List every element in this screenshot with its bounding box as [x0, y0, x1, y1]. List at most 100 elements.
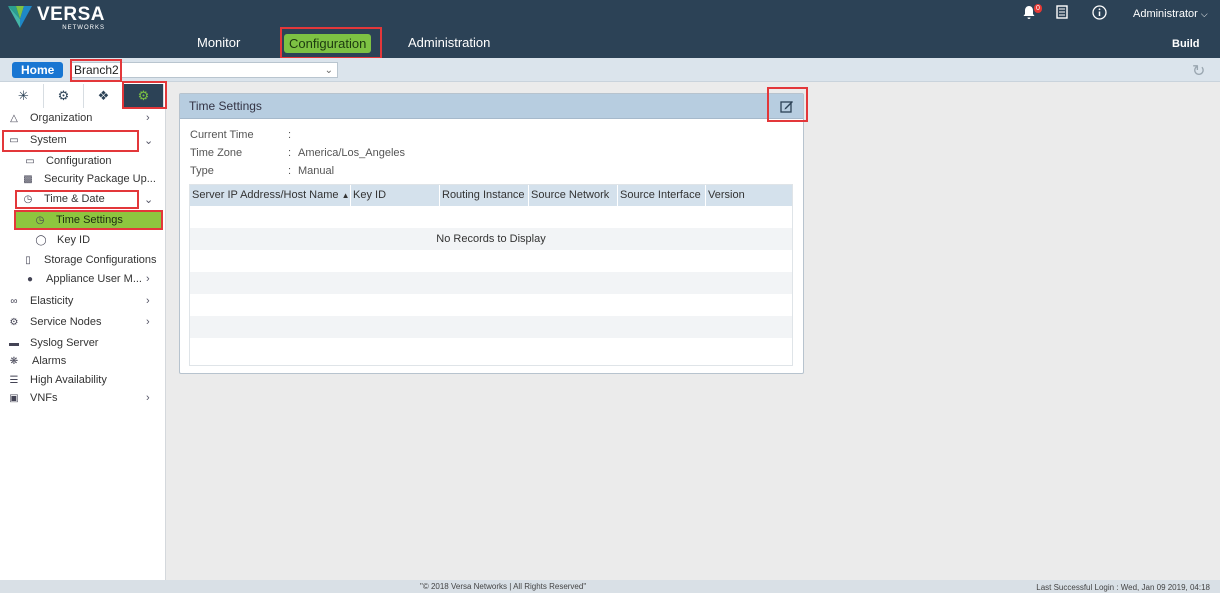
field-label: Type [190, 165, 214, 177]
sidebar-item-alarms[interactable]: ❋ Alarms [6, 352, 66, 370]
nav-monitor[interactable]: Monitor [197, 35, 240, 50]
sidebar-item-vnfs[interactable]: ▣ VNFs › [6, 389, 156, 407]
sidebar-item-storage[interactable]: ▯ Storage Configurations [20, 251, 157, 269]
sidebar-item-label: Syslog Server [30, 337, 99, 349]
highlight-system [2, 130, 139, 152]
highlight-time-date [15, 190, 139, 209]
chevron-right-icon: › [146, 392, 150, 404]
vnf-icon: ▣ [9, 392, 19, 404]
tab-settings[interactable]: ⚙ [44, 84, 84, 108]
field-value: Manual [298, 165, 335, 177]
user-menu[interactable]: Administrator ⌵ [1133, 8, 1208, 20]
empty-table-message: No Records to Display [436, 233, 546, 245]
sidebar: ✳ ⚙ ❖ ⚙ △ Organization › ▭ System ⌄ ▭ Co… [0, 82, 166, 582]
sidebar-item-syslog[interactable]: ▬ Syslog Server [6, 334, 98, 352]
column-header-server[interactable]: Server IP Address/Host Name ▲ [190, 185, 351, 206]
notification-count-badge: 0 [1034, 4, 1042, 13]
time-settings-panel: Time Settings Current Time: Time Zone: Am… [179, 93, 804, 374]
highlight-configuration [280, 27, 382, 59]
table-row [190, 250, 792, 272]
chevron-down-icon: ⌄ [144, 193, 154, 206]
sidebar-item-label: Elasticity [30, 295, 74, 307]
gear-icon: ⚙ [57, 88, 70, 103]
highlight-device [70, 59, 122, 82]
field-separator: : [288, 165, 292, 177]
table-row [190, 272, 792, 294]
sidebar-item-label: VNFs [30, 392, 58, 404]
sidebar-item-key-id[interactable]: ◯ Key ID [33, 231, 90, 249]
last-login-text: Last Successful Login : Wed, Jan 09 2019… [1036, 583, 1210, 592]
tab-objects[interactable]: ❖ [84, 84, 124, 108]
monitor-icon: ▭ [25, 155, 35, 167]
column-header-routing-instance[interactable]: Routing Instance [440, 185, 529, 206]
user-name: Administrator [1133, 8, 1198, 20]
versa-logo-icon [8, 6, 32, 28]
highlight-device-tab [122, 81, 167, 109]
footer: "© 2018 Versa Networks | All Rights Rese… [0, 580, 1220, 593]
sidebar-item-label: Storage Configurations [44, 254, 157, 266]
elasticity-icon: ∞ [10, 295, 18, 307]
refresh-icon[interactable]: ↻ [1192, 61, 1205, 81]
sidebar-item-label: Service Nodes [30, 316, 102, 328]
breadcrumb-bar: Home Branch2 ⌄ ↻ [0, 58, 1220, 82]
nav-administration[interactable]: Administration [408, 35, 490, 50]
sidebar-item-label: Key ID [57, 234, 91, 246]
chevron-right-icon: › [146, 273, 150, 285]
network-icon: ✳ [18, 88, 29, 103]
alarm-icon: ❋ [9, 355, 19, 367]
highlight-edit [767, 87, 808, 122]
sidebar-item-configuration[interactable]: ▭ Configuration [22, 152, 111, 170]
sidebar-item-label: High Availability [30, 374, 107, 386]
sidebar-item-label: Appliance User M... [46, 273, 142, 285]
sidebar-item-label: Security Package Up... [44, 173, 156, 185]
field-time-zone: Time Zone: America/Los_Angeles [190, 147, 405, 159]
field-type: Type: Manual [190, 165, 334, 177]
field-separator: : [288, 129, 292, 141]
tab-network[interactable]: ✳ [4, 84, 44, 108]
storage-icon: ▯ [25, 254, 31, 266]
column-header-source-interface[interactable]: Source Interface [618, 185, 706, 206]
info-icon[interactable] [1092, 5, 1107, 23]
field-current-time: Current Time: [190, 129, 298, 141]
field-label: Current Time [190, 129, 254, 141]
versa-logo[interactable]: VERSA NETWORKS [7, 5, 105, 31]
field-value: America/Los_Angeles [298, 147, 406, 159]
cube-icon: ❖ [97, 88, 110, 103]
panel-header: Time Settings [180, 94, 803, 119]
column-header-source-network[interactable]: Source Network [529, 185, 618, 206]
sidebar-item-organization[interactable]: △ Organization › [6, 109, 156, 127]
table-row [190, 206, 792, 228]
table-header: Server IP Address/Host Name ▲ Key ID Rou… [190, 185, 792, 206]
table-row [190, 316, 792, 338]
highlight-time-settings [14, 210, 163, 230]
stack-icon: ☰ [9, 374, 19, 386]
sidebar-item-security-package[interactable]: ▩ Security Package Up... [20, 170, 156, 188]
brand-name: VERSA [37, 4, 105, 25]
copyright-text: "© 2018 Versa Networks | All Rights Rese… [420, 582, 587, 591]
notification-bell-icon[interactable]: 0 [1022, 4, 1042, 23]
chevron-down-icon: ⌄ [324, 65, 333, 76]
table-row [190, 338, 792, 360]
chevron-right-icon: › [146, 295, 150, 307]
sort-asc-icon: ▲ [341, 191, 350, 200]
sidebar-item-service-nodes[interactable]: ⚙ Service Nodes › [6, 313, 156, 331]
column-header-version[interactable]: Version [706, 185, 792, 206]
chevron-right-icon: › [146, 316, 150, 328]
sidebar-item-label: Alarms [32, 355, 67, 367]
sidebar-item-high-availability[interactable]: ☰ High Availability [6, 371, 107, 389]
table-row [190, 294, 792, 316]
sidebar-item-elasticity[interactable]: ∞ Elasticity › [6, 292, 156, 310]
ntp-server-table: Server IP Address/Host Name ▲ Key ID Rou… [189, 184, 793, 366]
gears-icon: ⚙ [9, 316, 19, 328]
sidebar-item-appliance-user[interactable]: ● Appliance User M... › [22, 270, 156, 288]
chevron-right-icon: › [146, 112, 150, 124]
package-icon: ▩ [23, 173, 33, 185]
field-separator: : [288, 147, 292, 159]
server-icon: ▬ [9, 337, 19, 349]
nav-build[interactable]: Build [1172, 38, 1200, 50]
home-button[interactable]: Home [12, 62, 64, 78]
shield-icon: ◯ [35, 234, 47, 246]
document-list-icon[interactable] [1056, 5, 1068, 22]
top-navigation-bar: VERSA NETWORKS Monitor Configuration Adm… [0, 0, 1220, 58]
column-header-key-id[interactable]: Key ID [351, 185, 440, 206]
